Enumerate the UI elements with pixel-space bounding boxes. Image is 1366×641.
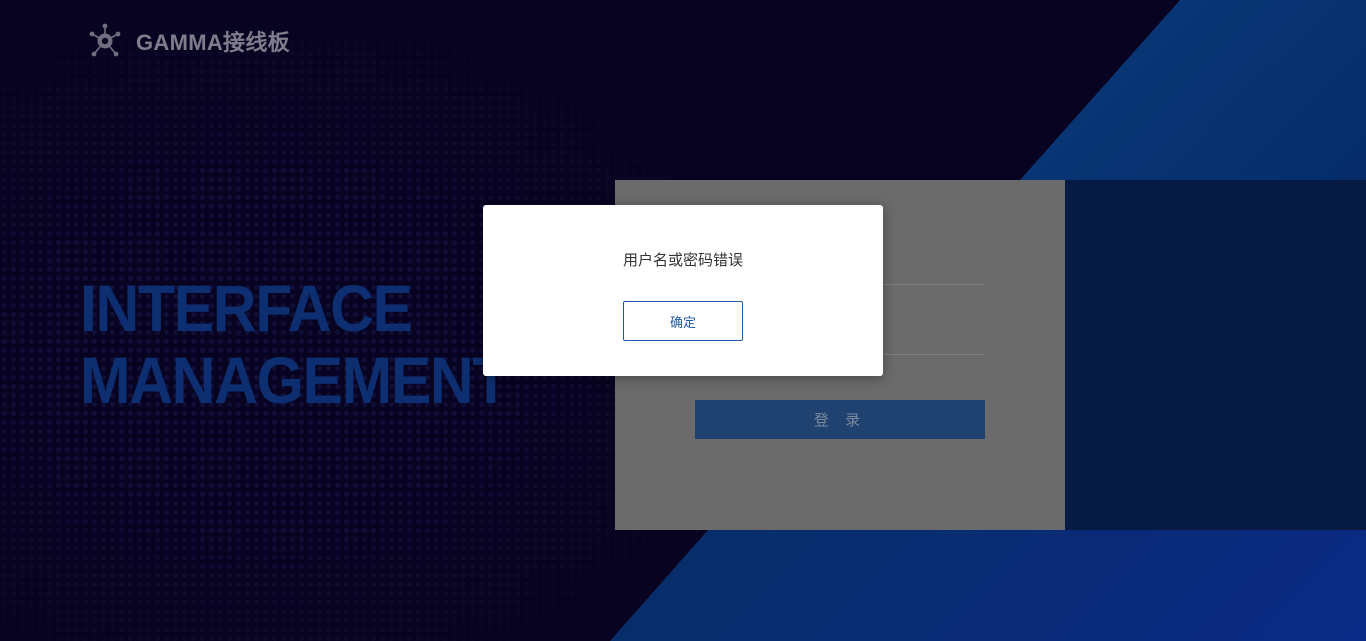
dialog-ok-button[interactable]: 确定 [623, 301, 743, 341]
error-message: 用户名或密码错误 [622, 251, 743, 269]
error-dialog: 用户名或密码错误 确定 [483, 205, 883, 376]
login-page: GAMMA接线板 INTERFACE MANAGEMENT 登 录 用户名或密码… [0, 0, 1366, 641]
